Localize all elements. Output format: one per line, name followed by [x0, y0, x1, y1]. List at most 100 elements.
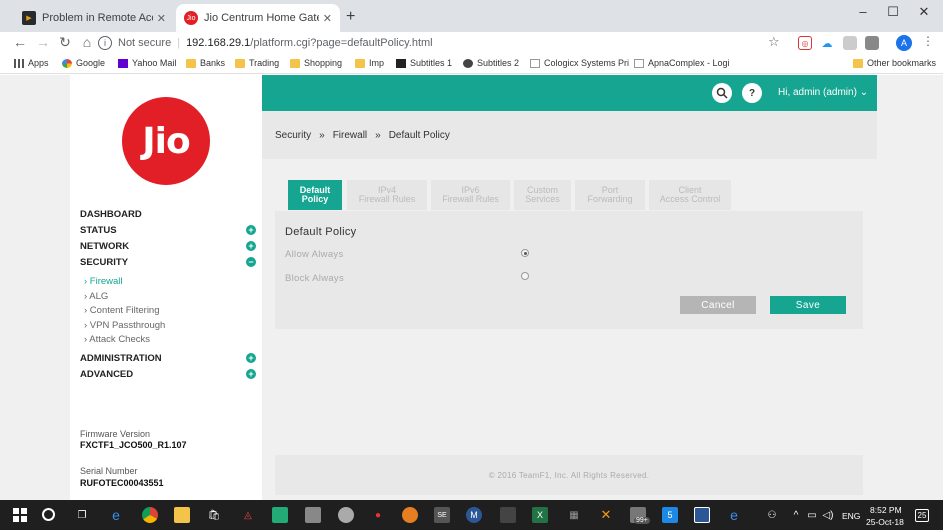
action-center-icon[interactable]: 25 — [915, 509, 929, 522]
app-icon[interactable]: ✕ — [598, 507, 614, 523]
block-always-radio[interactable] — [521, 272, 529, 280]
close-tab-icon[interactable]: ✕ — [157, 12, 166, 25]
edge-icon[interactable]: e — [108, 507, 124, 523]
extension-icon[interactable] — [843, 36, 857, 50]
profile-avatar[interactable]: A — [896, 35, 912, 51]
bookmark-apps[interactable]: Apps — [14, 58, 49, 68]
shield-extension-icon[interactable] — [865, 36, 879, 50]
back-button[interactable]: ← — [11, 34, 29, 50]
language-indicator[interactable]: ENG — [842, 511, 860, 521]
app-icon[interactable]: ▦ — [566, 507, 582, 523]
bookmark-yahoo-mail[interactable]: Yahoo Mail — [118, 58, 176, 68]
maximize-button[interactable]: ☐ — [883, 4, 903, 20]
app-icon[interactable] — [338, 507, 354, 523]
app-icon[interactable]: SE — [434, 507, 450, 523]
plex-icon: ▶ — [22, 11, 36, 25]
close-tab-icon[interactable]: ✕ — [323, 12, 332, 25]
clock-time[interactable]: 8:52 PM — [870, 505, 902, 515]
tab-default-policy[interactable]: Default Policy — [288, 180, 342, 210]
info-icon[interactable]: i — [98, 36, 112, 50]
breadcrumb-firewall[interactable]: Firewall — [333, 130, 367, 141]
nav-administration[interactable]: ADMINISTRATION + — [80, 353, 256, 364]
collapse-icon[interactable]: − — [246, 257, 256, 267]
bookmark-banks[interactable]: Banks — [186, 58, 225, 68]
ie-icon[interactable]: e — [726, 507, 742, 523]
cloud-extension-icon[interactable]: ☁ — [820, 36, 834, 50]
subnav-attack-checks[interactable]: › Attack Checks — [84, 334, 150, 345]
forward-button[interactable]: → — [34, 34, 52, 50]
reload-button[interactable]: ↻ — [56, 34, 74, 51]
bookmark-star-icon[interactable]: ☆ — [768, 34, 780, 50]
address-bar[interactable]: i Not secure | 192.168.29.1 /platform.cg… — [98, 32, 788, 54]
bookmark-cologicx[interactable]: Cologicx Systems Pri — [530, 58, 629, 68]
browser-menu-icon[interactable]: ⋮ — [922, 34, 934, 48]
bookmark-subtitles-1[interactable]: Subtitles 1 — [396, 58, 452, 68]
nav-status[interactable]: STATUS + — [80, 225, 256, 236]
extension-icon[interactable]: ◎ — [798, 36, 812, 50]
search-button[interactable] — [712, 83, 732, 103]
calculator-icon[interactable] — [500, 507, 516, 523]
bookmark-trading[interactable]: Trading — [235, 58, 279, 68]
people-icon[interactable]: ⚇ — [764, 507, 780, 523]
tab-port-forwarding[interactable]: Port Forwarding — [575, 180, 645, 210]
clock-date[interactable]: 25-Oct-18 — [866, 517, 904, 527]
help-button[interactable]: ? — [742, 83, 762, 103]
tab-custom-services[interactable]: Custom Services — [514, 180, 571, 210]
breadcrumb-security[interactable]: Security — [275, 130, 311, 141]
app-icon[interactable] — [694, 507, 710, 523]
volume-icon[interactable]: ◁) — [820, 507, 836, 523]
address-separator: | — [177, 37, 181, 49]
file-explorer-icon[interactable] — [174, 507, 190, 523]
browser-toolbar: ← → ↻ ⌂ i Not secure | 192.168.29.1 /pla… — [0, 32, 943, 54]
home-button[interactable]: ⌂ — [78, 34, 96, 50]
new-tab-button[interactable]: + — [346, 8, 355, 26]
minimize-button[interactable]: – — [853, 4, 873, 19]
app-icon[interactable]: 5 — [662, 507, 678, 523]
cancel-button[interactable]: Cancel — [680, 296, 756, 314]
close-window-button[interactable]: ✕ — [914, 4, 934, 20]
nav-advanced[interactable]: ADVANCED + — [80, 369, 256, 380]
bookmark-imp[interactable]: Imp — [355, 58, 384, 68]
store-icon[interactable]: 🛍 — [206, 507, 222, 523]
app-icon[interactable] — [272, 507, 288, 523]
cortana-icon[interactable] — [42, 508, 55, 521]
bookmark-apnacomplex[interactable]: ApnaComplex - Logi — [634, 58, 730, 68]
expand-icon[interactable]: + — [246, 369, 256, 379]
subnav-vpn-passthrough[interactable]: › VPN Passthrough — [84, 320, 165, 331]
bookmark-subtitles-2[interactable]: Subtitles 2 — [463, 58, 519, 68]
task-view-icon[interactable]: ❐ — [74, 507, 90, 523]
app-icon[interactable]: M — [466, 507, 482, 523]
app-icon[interactable]: ◬ — [240, 507, 256, 523]
allow-always-radio[interactable] — [521, 249, 529, 257]
bookmark-google[interactable]: Google — [62, 58, 105, 68]
excel-icon[interactable]: X — [532, 507, 548, 523]
nav-security[interactable]: SECURITY − — [80, 257, 256, 268]
tray-chevron-icon[interactable]: ^ — [788, 507, 804, 523]
sidebar: Jio DASHBOARD STATUS + NETWORK + SECURITY −… — [70, 75, 262, 500]
nav-network[interactable]: NETWORK + — [80, 241, 256, 252]
nav-dashboard[interactable]: DASHBOARD — [80, 209, 256, 220]
network-icon[interactable]: ▭ — [804, 507, 820, 523]
save-button[interactable]: Save — [770, 296, 846, 314]
router-page: Jio DASHBOARD STATUS + NETWORK + SECURITY −… — [0, 75, 943, 500]
browser-tab-jio[interactable]: Jio Jio Centrum Home Gateway : ✕ — [176, 4, 340, 32]
subnav-alg[interactable]: › ALG — [84, 291, 108, 302]
expand-icon[interactable]: + — [246, 225, 256, 235]
tab-client-access-control[interactable]: Client Access Control — [649, 180, 731, 210]
breadcrumb-default-policy: Default Policy — [388, 129, 450, 141]
expand-icon[interactable]: + — [246, 241, 256, 251]
subnav-content-filtering[interactable]: › Content Filtering — [84, 305, 160, 316]
app-icon[interactable]: ● — [370, 507, 386, 523]
tab-ipv4-firewall-rules[interactable]: IPv4 Firewall Rules — [347, 180, 427, 210]
tab-ipv6-firewall-rules[interactable]: IPv6 Firewall Rules — [431, 180, 510, 210]
browser-tab-plex[interactable]: ▶ Problem in Remote Access - Plex ✕ — [14, 4, 174, 32]
chrome-icon[interactable] — [142, 507, 158, 523]
bookmark-shopping[interactable]: Shopping — [290, 58, 342, 68]
expand-icon[interactable]: + — [246, 353, 256, 363]
subnav-firewall[interactable]: › Firewall — [84, 276, 123, 287]
app-icon[interactable] — [305, 507, 321, 523]
bookmark-other[interactable]: Other bookmarks — [853, 58, 936, 68]
app-icon[interactable] — [402, 507, 418, 523]
windows-start-icon[interactable] — [12, 507, 28, 523]
user-menu[interactable]: Hi, admin (admin) ⌄ — [778, 87, 868, 98]
